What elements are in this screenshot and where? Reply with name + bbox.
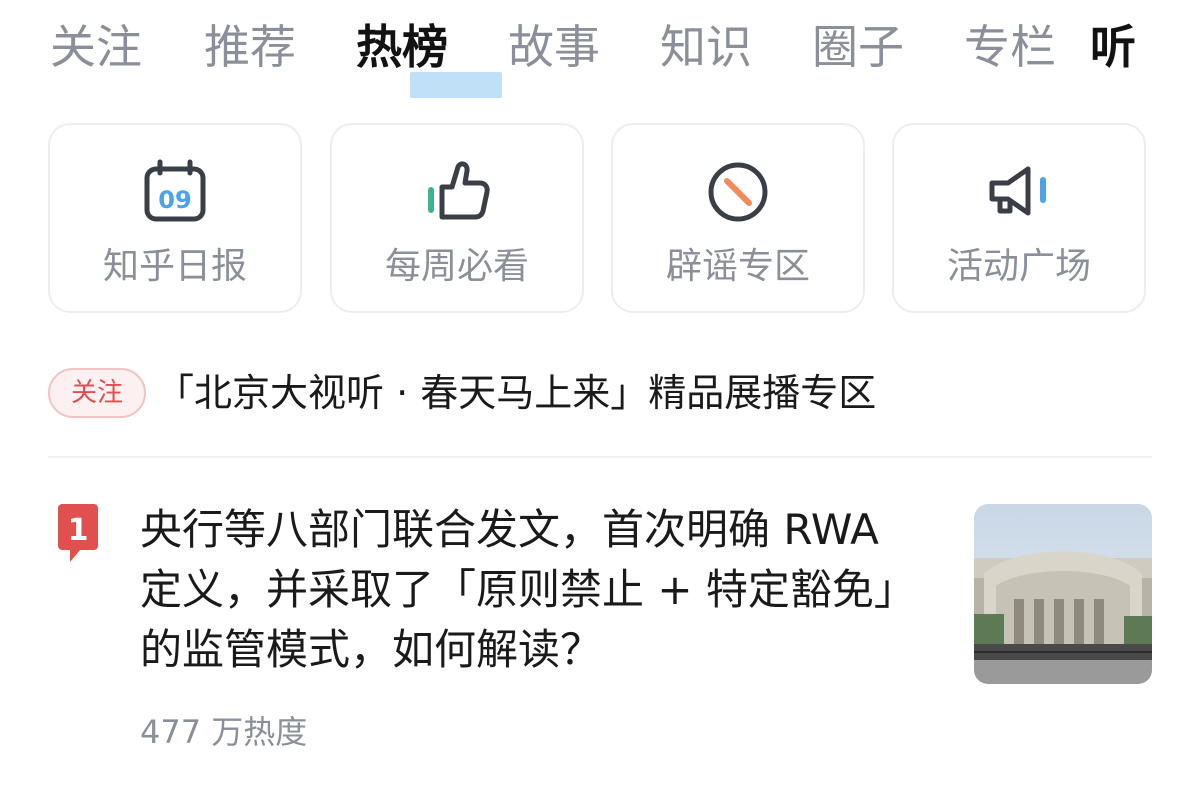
- tab-stories[interactable]: 故事: [508, 14, 600, 80]
- shortcut-cards: 09 知乎日报 每周必看 辟谣专区 活动广场: [48, 123, 1148, 313]
- hot-item-title[interactable]: 央行等八部门联合发文，首次明确 RWA 定义，并采取了「原则禁止 + 特定豁免」…: [140, 500, 930, 680]
- tab-knowledge[interactable]: 知识: [660, 14, 752, 80]
- megaphone-icon: [989, 166, 1046, 216]
- calendar-icon: 09: [144, 159, 206, 222]
- rank-badge: 1: [58, 504, 98, 562]
- divider: [48, 456, 1152, 458]
- follow-promo-title[interactable]: 「北京大视听 · 春天马上来」精品展播专区: [156, 362, 876, 424]
- shortcut-events-square[interactable]: 活动广场: [892, 123, 1146, 313]
- shortcut-label: 知乎日报: [102, 246, 247, 287]
- tab-follow[interactable]: 关注: [50, 14, 142, 80]
- shortcut-weekly-picks[interactable]: 每周必看: [330, 123, 584, 313]
- top-tab-bar: 关注 推荐 热榜 故事 知识 圈子 专栏 听: [50, 14, 1150, 98]
- no-entry-icon: [708, 162, 768, 222]
- hot-item-heat: 477 万热度: [140, 713, 308, 751]
- thumbs-up-icon: [428, 161, 490, 220]
- tab-recommend[interactable]: 推荐: [204, 14, 296, 80]
- svg-text:09: 09: [158, 186, 191, 214]
- shortcut-label: 每周必看: [384, 246, 529, 287]
- shortcut-label: 活动广场: [946, 246, 1091, 287]
- tab-columns[interactable]: 专栏: [964, 14, 1056, 80]
- follow-promo[interactable]: 关注 「北京大视听 · 春天马上来」精品展播专区: [48, 362, 1152, 426]
- tab-circles[interactable]: 圈子: [812, 14, 904, 80]
- shortcut-label: 辟谣专区: [665, 246, 810, 287]
- svg-text:1: 1: [68, 513, 89, 548]
- tab-hot-list[interactable]: 热榜: [356, 14, 448, 80]
- tab-listen[interactable]: 听: [1090, 14, 1136, 80]
- shortcut-rumor-refute[interactable]: 辟谣专区: [611, 123, 865, 313]
- hot-list-item[interactable]: 1 央行等八部门联合发文，首次明确 RWA 定义，并采取了「原则禁止 + 特定豁…: [48, 500, 1152, 770]
- shortcut-zhihu-daily[interactable]: 09 知乎日报: [48, 123, 302, 313]
- bank-building-image[interactable]: [974, 504, 1152, 684]
- follow-badge[interactable]: 关注: [48, 368, 146, 418]
